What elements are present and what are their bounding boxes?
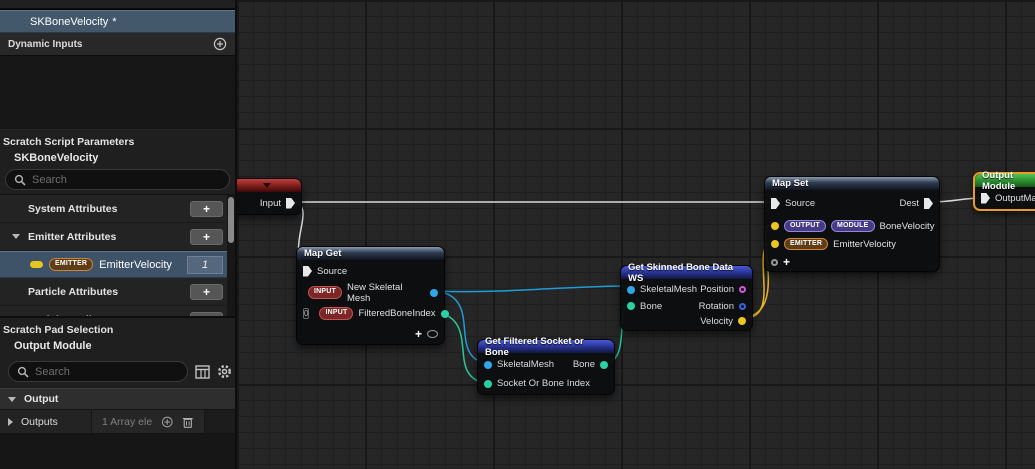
left-panel: Modules SKBoneVelocity * Dynamic Inputs … [0, 0, 237, 469]
node-map-set-header[interactable]: Map Set [765, 177, 939, 190]
exec-output-pin[interactable] [286, 197, 295, 209]
exec-source-pin[interactable] [771, 198, 780, 209]
settings-button[interactable] [217, 363, 232, 380]
group-particle-attributes[interactable]: Particle Attributes + [0, 278, 235, 306]
modules-row[interactable]: Modules [0, 0, 235, 10]
selection-search[interactable] [8, 361, 188, 382]
scratch-script-parameters-title: Scratch Script Parameters [3, 136, 135, 148]
group-emitter-attributes[interactable]: Emitter Attributes + [0, 223, 235, 251]
exec-dest-pin[interactable] [924, 198, 933, 209]
add-emitter-attribute-button[interactable]: + [190, 228, 223, 245]
add-element-icon[interactable] [161, 415, 173, 429]
chevron-down-icon [12, 234, 20, 239]
bonevelocity-input-pin[interactable] [771, 222, 779, 230]
node-input[interactable]: Input [237, 178, 302, 215]
scratch-pad-selection-title: Scratch Pad Selection [3, 324, 114, 336]
parameter-name: EmitterVelocity [99, 258, 172, 271]
emittervelocity-input-pin[interactable] [771, 240, 779, 248]
output-namespace-badge: OUTPUT [784, 219, 826, 233]
socket-or-bone-index-input-pin[interactable] [484, 379, 492, 388]
parameters-script-name: SKBoneVelocity [14, 152, 99, 164]
parameters-search[interactable] [5, 169, 230, 190]
parameter-type-icon [30, 261, 43, 268]
visibility-toggle-icon[interactable] [427, 330, 438, 338]
wire-skeletalmesh-to-getskinned [435, 285, 629, 293]
dynamic-inputs-label: Dynamic Inputs [8, 38, 83, 50]
chevron-down-icon[interactable] [263, 183, 271, 188]
pin-label-filteredboneindex: FilteredBoneIndex [358, 308, 436, 319]
add-system-attribute-button[interactable]: + [190, 200, 223, 217]
add-pin-button[interactable]: + [415, 328, 422, 340]
velocity-output-pin[interactable] [738, 317, 746, 325]
script-row-skbonevelocity[interactable]: SKBoneVelocity * [0, 10, 235, 33]
reference-count: 1 [187, 255, 223, 274]
default-value-box[interactable]: 0 [303, 308, 310, 319]
dirty-marker: * [112, 15, 117, 28]
input-namespace-badge: INPUT [308, 286, 342, 299]
add-module-attribute-button[interactable]: + [190, 311, 223, 316]
selected-module-name: Output Module [14, 340, 92, 352]
gear-icon [218, 365, 231, 378]
output-section-header[interactable]: Output [0, 388, 235, 410]
parameter-emittervelocity[interactable]: EMITTER EmitterVelocity 1 [0, 251, 235, 278]
empty-area [0, 56, 235, 130]
node-map-get[interactable]: Map Get Source INPUT New Skeletal Mesh 0… [296, 246, 449, 345]
input-namespace-badge: INPUT [319, 307, 354, 320]
skeletalmesh-output-pin[interactable] [430, 288, 438, 297]
pin-label-bonevelocity: BoneVelocity [879, 220, 935, 232]
node-output-module-header[interactable]: Output Module [975, 170, 1035, 192]
bone-input-pin[interactable] [627, 302, 635, 310]
chevron-down-icon [8, 396, 16, 402]
add-pin-socket[interactable] [771, 258, 778, 266]
bone-output-pin[interactable] [600, 360, 608, 369]
rotation-output-pin[interactable] [739, 302, 746, 310]
emitter-namespace-badge: EMITTER [784, 237, 829, 251]
outputs-property-row: Outputs 1 Array elen [0, 410, 235, 434]
modules-label: Modules [22, 0, 63, 3]
skeletalmesh-input-pin[interactable] [484, 360, 492, 369]
node-map-set[interactable]: Map Set Source Dest OUTPUT MODULE BoneVe… [764, 176, 940, 272]
add-particle-attribute-button[interactable]: + [190, 283, 223, 300]
script-name: SKBoneVelocity [30, 15, 109, 28]
node-graph-canvas[interactable]: Input Map Get Source INPUT New Skeletal … [237, 0, 1035, 469]
dynamic-inputs-row[interactable]: Dynamic Inputs [0, 33, 235, 56]
group-module-attributes[interactable]: Module Attributes + [0, 306, 235, 316]
search-icon [17, 366, 29, 378]
boneindex-output-pin[interactable] [440, 309, 449, 318]
niagara-scratch-pad: Modules SKBoneVelocity * Dynamic Inputs … [0, 0, 1035, 469]
add-circle-icon[interactable] [213, 37, 227, 51]
node-input-header[interactable] [237, 179, 301, 192]
node-get-skinned-header[interactable]: Get Skinned Bone Data WS [621, 262, 752, 284]
search-input[interactable] [32, 173, 221, 186]
input-pin-label: Input [259, 197, 281, 209]
position-output-pin[interactable] [739, 286, 746, 293]
exec-source-pin[interactable] [303, 265, 312, 277]
outputmap-pin-label: OutputMap [995, 192, 1035, 204]
array-count-value: 1 Array elen [102, 415, 152, 428]
add-pin-button[interactable]: + [783, 256, 790, 268]
search-icon [14, 174, 26, 186]
scratch-pad-selection-panel: Scratch Pad Selection Output Module Sear… [0, 316, 235, 469]
attributes-list: System Attributes + Emitter Attributes +… [0, 194, 235, 316]
table-icon [195, 364, 210, 379]
trash-icon[interactable] [182, 415, 194, 429]
source-pin-label: Source [317, 265, 348, 277]
outputs-expander[interactable]: Outputs [0, 410, 92, 433]
module-namespace-badge: MODULE [830, 219, 875, 233]
pin-label-emittervelocity: EmitterVelocity [833, 238, 896, 250]
emitter-namespace-badge: EMITTER [49, 258, 94, 271]
search-input[interactable] [35, 365, 179, 378]
node-map-get-header[interactable]: Map Get [297, 247, 444, 260]
node-get-filtered-socket-or-bone[interactable]: Get Filtered Socket or Bone SkeletalMesh… [477, 336, 615, 395]
scrollbar[interactable] [227, 195, 235, 316]
skeletalmesh-input-pin[interactable] [627, 285, 635, 294]
pin-label-new-skeletal-mesh: New Skeletal Mesh [347, 281, 403, 304]
exec-outputmap-pin[interactable] [981, 192, 990, 204]
node-get-filtered-header[interactable]: Get Filtered Socket or Bone [478, 336, 614, 358]
chevron-right-icon [8, 417, 13, 426]
column-view-button[interactable] [195, 363, 210, 380]
group-system-attributes[interactable]: System Attributes + [0, 195, 235, 223]
node-get-skinned-bone-data-ws[interactable]: Get Skinned Bone Data WS SkeletalMesh Po… [620, 262, 753, 331]
node-output-module[interactable]: Output Module OutputMap [973, 170, 1035, 211]
